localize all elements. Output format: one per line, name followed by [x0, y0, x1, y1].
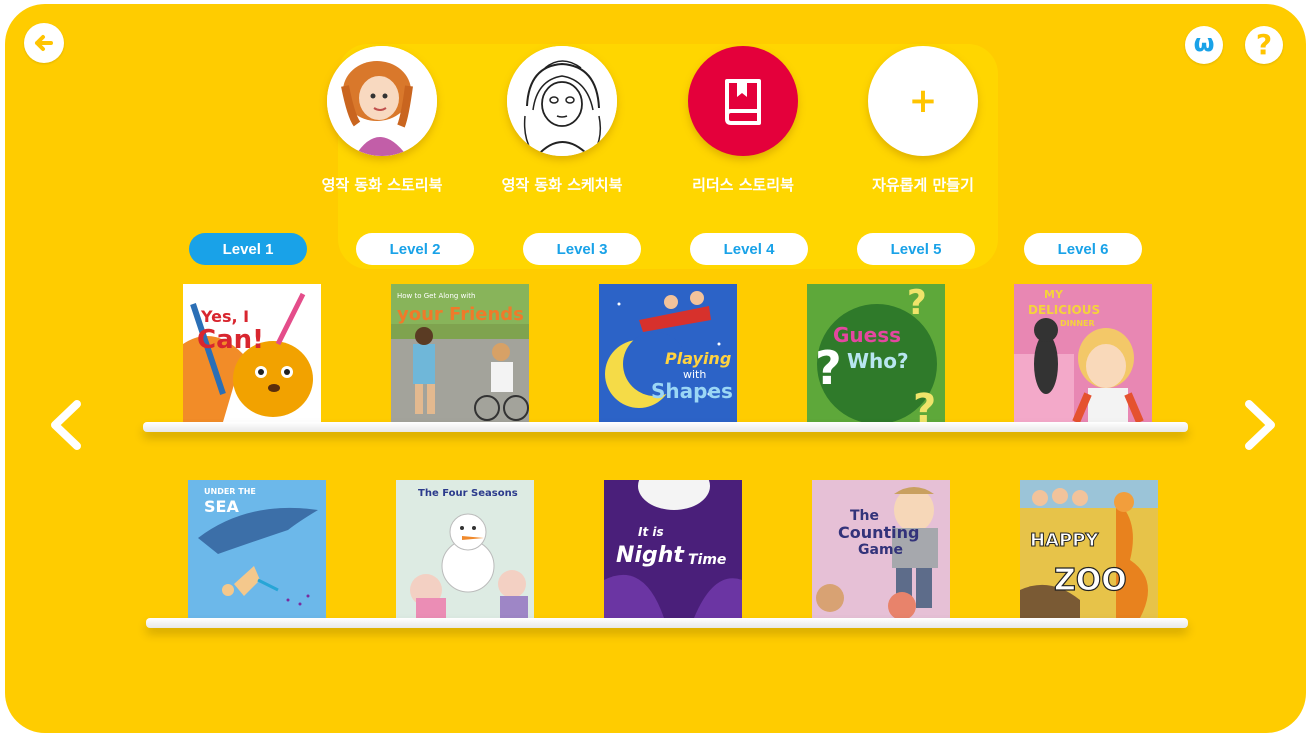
book-title-line1: UNDER THE — [204, 487, 256, 496]
mode-storybook-label: 영작 동화 스토리북 — [321, 176, 443, 194]
help-button[interactable]: ? — [1245, 26, 1283, 64]
mode-readers[interactable]: 리더스 스토리북 — [663, 46, 823, 195]
tab-level-5[interactable]: Level 5 — [857, 233, 975, 265]
mode-sketchbook-label: 영작 동화 스케치북 — [501, 176, 623, 194]
mode-storybook[interactable]: 영작 동화 스토리북 — [302, 46, 462, 195]
bookshelf-top — [143, 422, 1188, 432]
chevron-right-icon[interactable] — [1241, 398, 1281, 452]
mode-free-create-label: 자유롭게 만들기 — [872, 176, 974, 194]
tab-level-6[interactable]: Level 6 — [1024, 233, 1142, 265]
book-title: The Four Seasons — [418, 488, 518, 499]
book-subtitle: How to Get Along with — [397, 292, 475, 300]
book-it-is-night-time[interactable]: It is Night Time — [604, 480, 742, 618]
sketch-girl-portrait-icon — [507, 46, 617, 156]
mode-readers-label: 리더스 스토리북 — [692, 176, 794, 194]
svg-text:?: ? — [913, 386, 936, 422]
book-title-line2: Can! — [197, 325, 264, 355]
book-title-line1: The — [850, 508, 879, 524]
help-icon: ? — [1255, 28, 1273, 61]
book-under-the-sea[interactable]: UNDER THE SEA — [188, 480, 326, 618]
plus-circle: + — [868, 46, 978, 156]
book-title-line1: Yes, I — [200, 307, 249, 326]
book-icon — [725, 79, 761, 125]
book-title-line3: Shapes — [651, 379, 733, 403]
arrow-left-icon — [35, 35, 53, 51]
tab-level-2[interactable]: Level 2 — [356, 233, 474, 265]
tab-level-3[interactable]: Level 3 — [523, 233, 641, 265]
book-title-line2: Who? — [847, 349, 909, 373]
book-my-delicious-dinner[interactable]: MY DELICIOUS DINNER — [1014, 284, 1152, 422]
book-title-line2: SEA — [204, 497, 239, 516]
book-title-line1: MY — [1044, 288, 1064, 301]
book-title-line2: ZOO — [1054, 563, 1127, 598]
w-logo-icon: ω — [1193, 29, 1215, 57]
book-title-line2: DELICIOUS — [1028, 303, 1100, 317]
book-title-line2: Counting — [838, 523, 920, 542]
svg-text:?: ? — [815, 341, 842, 395]
tab-level-1[interactable]: Level 1 — [189, 233, 307, 265]
book-title-line2: Night — [616, 543, 685, 568]
svg-text:?: ? — [907, 284, 927, 323]
w-button[interactable]: ω — [1185, 26, 1223, 64]
book-title-line3: DINNER — [1060, 319, 1095, 328]
book-title-line1: HAPPY — [1030, 530, 1099, 551]
bookshelf-bottom — [146, 618, 1188, 628]
book-the-counting-game[interactable]: The Counting Game — [812, 480, 950, 618]
book-happy-zoo[interactable]: HAPPY ZOO — [1020, 480, 1158, 618]
book-yes-i-can[interactable]: Yes, I Can! — [183, 284, 321, 422]
book-title-line3: Time — [688, 552, 726, 568]
app-frame: ω ? 영작 동화 스토리북 영작 동화 스케치북 리더스 스토리북 + 자유롭… — [5, 4, 1306, 733]
book-guess-who[interactable]: ? ? ? Guess Who? — [807, 284, 945, 422]
chevron-left-icon[interactable] — [45, 398, 85, 452]
tab-level-4[interactable]: Level 4 — [690, 233, 808, 265]
book-title-line3: Game — [858, 542, 903, 558]
mode-sketchbook[interactable]: 영작 동화 스케치북 — [482, 46, 642, 195]
book-title-line1: Playing — [665, 349, 731, 368]
book-title-line1: Guess — [833, 323, 901, 347]
plus-icon: + — [908, 81, 938, 121]
book-playing-with-shapes[interactable]: Playing with Shapes — [599, 284, 737, 422]
readers-circle — [688, 46, 798, 156]
girl-portrait-icon — [327, 46, 437, 156]
mode-free-create[interactable]: + 자유롭게 만들기 — [843, 46, 1003, 195]
book-title-line1: It is — [638, 525, 664, 539]
book-your-friends[interactable]: How to Get Along with your Friends — [391, 284, 529, 422]
book-title: your Friends — [397, 304, 524, 325]
book-the-four-seasons[interactable]: The Four Seasons — [396, 480, 534, 618]
back-button[interactable] — [24, 23, 64, 63]
